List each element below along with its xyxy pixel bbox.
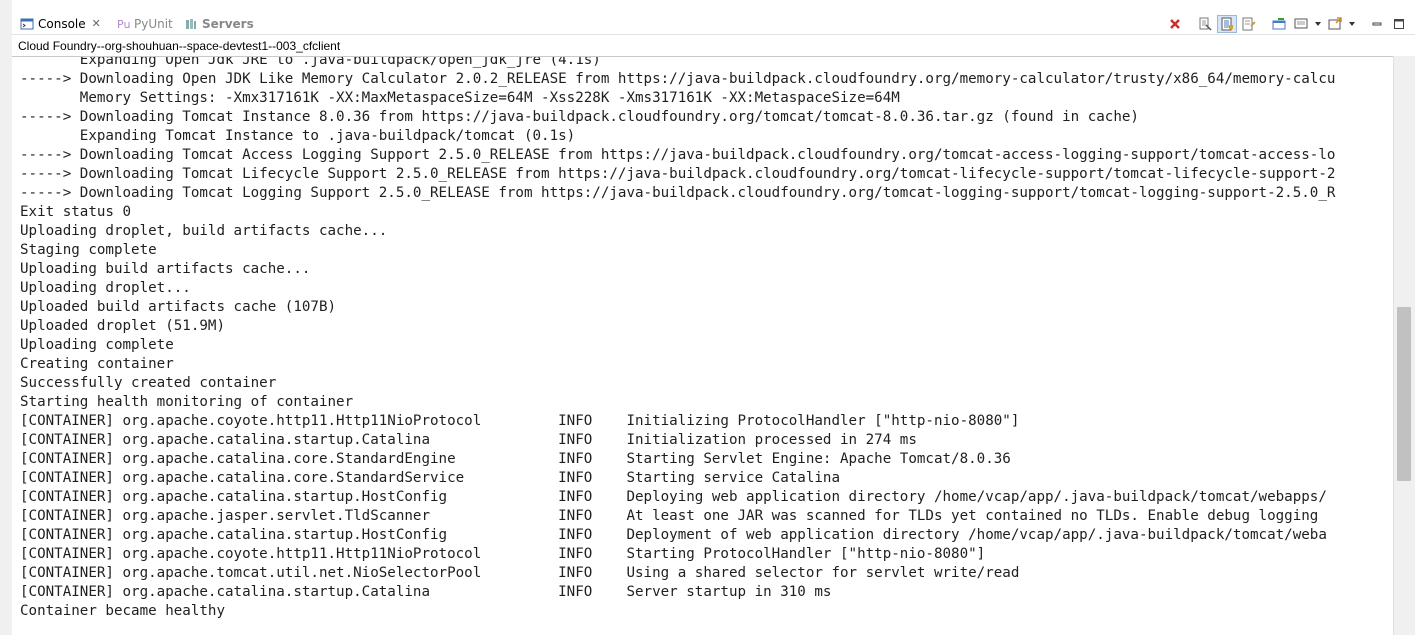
terminate-icon[interactable] bbox=[1165, 15, 1185, 33]
console-line: [CONTAINER] org.apache.catalina.startup.… bbox=[20, 489, 1327, 505]
display-console-icon[interactable] bbox=[1291, 15, 1311, 33]
console-line: Creating container bbox=[20, 356, 174, 372]
dropdown-arrow-icon[interactable] bbox=[1347, 15, 1357, 33]
console-line: [CONTAINER] org.apache.catalina.startup.… bbox=[20, 527, 1327, 543]
tab-console[interactable]: Console ✕ bbox=[20, 13, 101, 34]
tab-label: Console bbox=[38, 16, 86, 31]
console-line: Uploading droplet... bbox=[20, 280, 191, 296]
console-line: [CONTAINER] org.apache.jasper.servlet.Tl… bbox=[20, 508, 1319, 524]
vertical-scrollbar[interactable] bbox=[1393, 56, 1415, 635]
scrollbar-thumb[interactable] bbox=[1397, 307, 1411, 481]
console-line: Uploading droplet, build artifacts cache… bbox=[20, 223, 388, 239]
console-title: Cloud Foundry--org-shouhuan--space-devte… bbox=[18, 39, 341, 53]
console-line: [CONTAINER] org.apache.tomcat.util.net.N… bbox=[20, 565, 1020, 581]
console-line: Uploading build artifacts cache... bbox=[20, 261, 311, 277]
console-line: Memory Settings: -Xmx317161K -XX:MaxMeta… bbox=[20, 90, 900, 106]
console-toolbar bbox=[1165, 14, 1409, 34]
tab-label: Servers bbox=[202, 16, 254, 31]
svg-text:Pu: Pu bbox=[117, 18, 130, 31]
tab-servers[interactable]: Servers bbox=[184, 13, 254, 34]
servers-icon bbox=[184, 17, 198, 31]
console-line: [CONTAINER] org.apache.catalina.core.Sta… bbox=[20, 470, 840, 486]
console-line: Uploading complete bbox=[20, 337, 174, 353]
console-line: Expanding Open Jdk JRE to .java-buildpac… bbox=[20, 56, 601, 68]
console-line: -----> Downloading Tomcat Instance 8.0.3… bbox=[20, 109, 1139, 125]
console-line: Successfully created container bbox=[20, 375, 277, 391]
dropdown-arrow-icon[interactable] bbox=[1313, 15, 1323, 33]
console-line: [CONTAINER] org.apache.coyote.http11.Htt… bbox=[20, 413, 1020, 429]
console-line: Starting health monitoring of container bbox=[20, 394, 354, 410]
console-line: [CONTAINER] org.apache.catalina.core.Sta… bbox=[20, 451, 1011, 467]
minimize-icon[interactable] bbox=[1367, 15, 1387, 33]
tab-pyunit[interactable]: Pu PyUnit bbox=[116, 13, 173, 34]
console-line: [CONTAINER] org.apache.coyote.http11.Htt… bbox=[20, 546, 986, 562]
console-text: Expanding Open Jdk JRE to .java-buildpac… bbox=[20, 56, 1336, 621]
maximize-icon[interactable] bbox=[1389, 15, 1409, 33]
console-line: Exit status 0 bbox=[20, 204, 132, 220]
console-output[interactable]: Expanding Open Jdk JRE to .java-buildpac… bbox=[12, 56, 1394, 636]
close-icon[interactable]: ✕ bbox=[92, 17, 101, 30]
console-line: Uploaded build artifacts cache (107B) bbox=[20, 299, 337, 315]
view-tab-bar: Console ✕ Pu PyUnit Servers bbox=[12, 12, 1415, 35]
window-edge bbox=[0, 0, 12, 635]
console-line: [CONTAINER] org.apache.catalina.startup.… bbox=[20, 584, 832, 600]
console-line: Uploaded droplet (51.9M) bbox=[20, 318, 225, 334]
console-line: -----> Downloading Open JDK Like Memory … bbox=[20, 71, 1336, 87]
open-console-icon[interactable] bbox=[1325, 15, 1345, 33]
word-wrap-icon[interactable] bbox=[1239, 15, 1259, 33]
console-icon bbox=[20, 17, 34, 31]
console-line: -----> Downloading Tomcat Access Logging… bbox=[20, 147, 1336, 163]
console-line: Expanding Tomcat Instance to .java-build… bbox=[20, 128, 576, 144]
console-view: Console ✕ Pu PyUnit Servers Cloud Foundr… bbox=[12, 12, 1415, 635]
console-line: Container became healthy bbox=[20, 603, 225, 619]
clear-console-icon[interactable] bbox=[1195, 15, 1215, 33]
pyunit-icon: Pu bbox=[116, 17, 130, 31]
tab-label: PyUnit bbox=[134, 16, 173, 31]
scroll-lock-icon[interactable] bbox=[1217, 15, 1237, 33]
pin-console-icon[interactable] bbox=[1269, 15, 1289, 33]
console-line: Staging complete bbox=[20, 242, 157, 258]
console-line: -----> Downloading Tomcat Lifecycle Supp… bbox=[20, 166, 1336, 182]
console-line: -----> Downloading Tomcat Logging Suppor… bbox=[20, 185, 1336, 201]
console-line: [CONTAINER] org.apache.catalina.startup.… bbox=[20, 432, 917, 448]
